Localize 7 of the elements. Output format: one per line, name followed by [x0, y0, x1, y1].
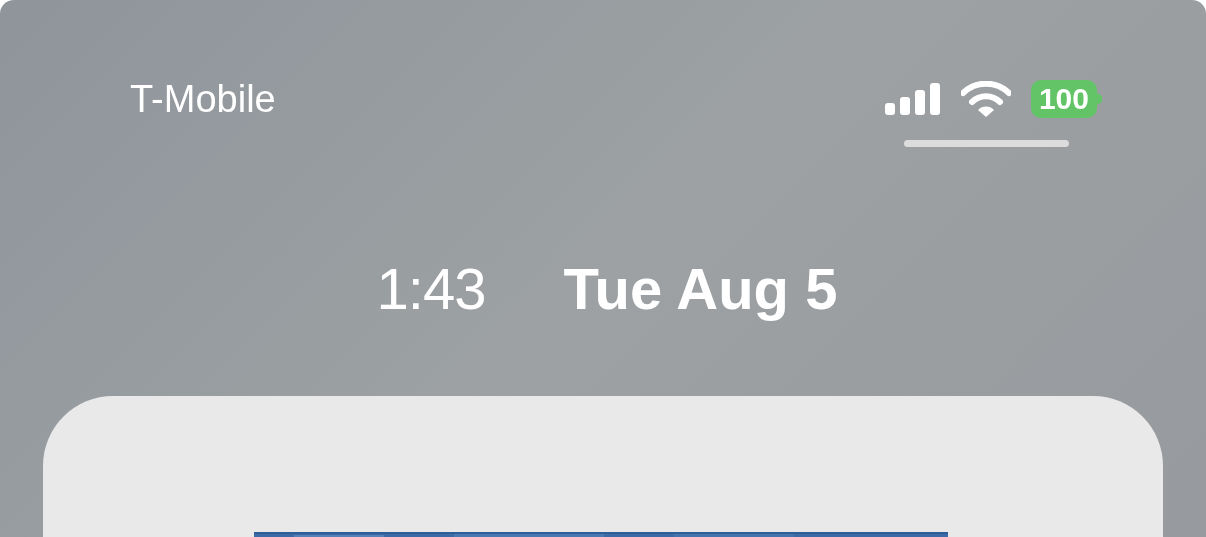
- signal-icon: [884, 83, 941, 115]
- date-label: Tue Aug 5: [563, 255, 838, 323]
- battery-level: 100: [1030, 80, 1097, 118]
- clock-time: 1:43: [376, 255, 486, 323]
- wifi-icon: [960, 81, 1011, 117]
- carrier-name: T-Mobile: [130, 77, 276, 122]
- battery-tip-icon: [1097, 93, 1102, 105]
